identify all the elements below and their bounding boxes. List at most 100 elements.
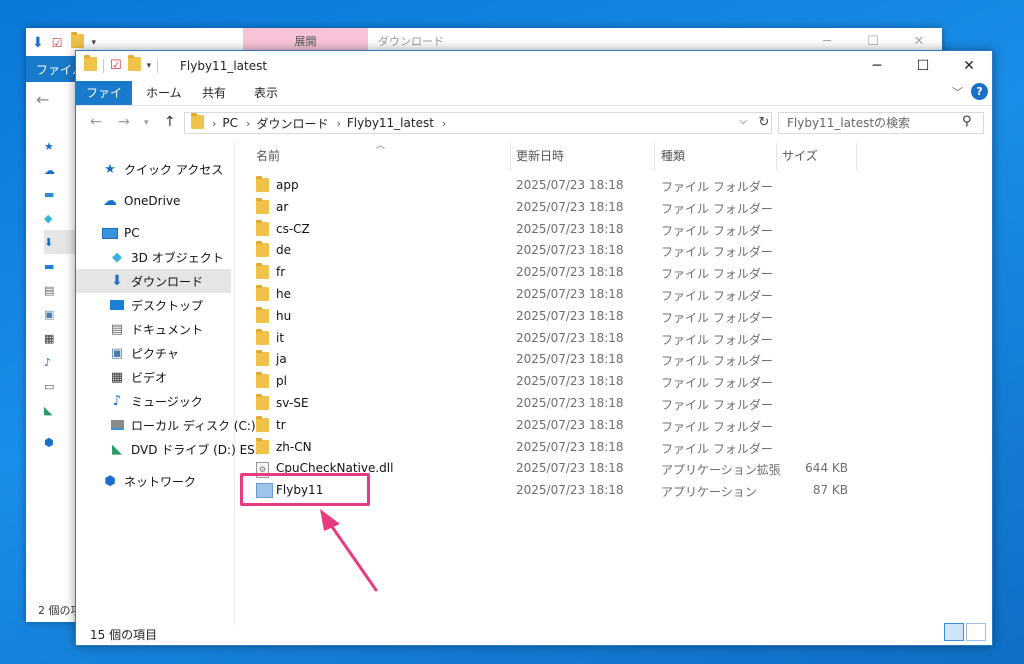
details-view-icon[interactable] xyxy=(944,623,964,641)
new-folder-icon[interactable] xyxy=(127,55,141,74)
tab-share[interactable]: 共有 xyxy=(192,81,236,105)
file-type: ファイル フォルダー xyxy=(661,332,773,347)
search-input[interactable]: Flyby11_latestの検索 xyxy=(778,112,984,134)
column-divider[interactable] xyxy=(856,143,857,171)
folder-icon xyxy=(256,437,269,457)
refresh-icon[interactable]: ↻ xyxy=(754,112,774,134)
nav-quick-access[interactable]: ★ クイック アクセス xyxy=(102,157,223,181)
column-divider[interactable] xyxy=(776,143,777,171)
file-row[interactable]: he 2025/07/23 18:18 ファイル フォルダー xyxy=(242,284,862,306)
file-type: ファイル フォルダー xyxy=(661,441,773,456)
close-button[interactable]: ✕ xyxy=(946,51,992,81)
back-icon[interactable]: ← xyxy=(90,114,102,130)
file-row[interactable]: app 2025/07/23 18:18 ファイル フォルダー xyxy=(242,175,862,197)
file-row[interactable]: zh-CN 2025/07/23 18:18 ファイル フォルダー xyxy=(242,437,862,459)
folder-icon xyxy=(256,372,269,391)
file-date: 2025/07/23 18:18 xyxy=(516,265,624,280)
tab-view[interactable]: 表示 xyxy=(244,81,288,105)
breadcrumb-separator[interactable]: › xyxy=(246,117,250,130)
expand-ribbon-icon[interactable]: ﹀ xyxy=(952,84,963,100)
properties-icon[interactable]: ☑ xyxy=(110,58,122,73)
file-type: ファイル フォルダー xyxy=(661,245,773,260)
nav-downloads[interactable]: ⬇ ダウンロード xyxy=(76,269,231,293)
address-dropdown-icon[interactable]: ⌵ xyxy=(739,116,747,127)
forward-icon[interactable]: → xyxy=(118,114,130,130)
up-icon[interactable]: ↑ xyxy=(164,114,176,130)
file-name: pl xyxy=(276,374,287,389)
file-date: 2025/07/23 18:18 xyxy=(516,417,624,432)
file-row[interactable]: fr 2025/07/23 18:18 ファイル フォルダー xyxy=(242,262,862,284)
title-bar: ☑ ▾ Flyby11_latest ─ ☐ ✕ xyxy=(76,51,992,81)
column-divider[interactable] xyxy=(654,143,655,171)
column-header-name[interactable]: 名前 xyxy=(256,147,280,164)
nav-pictures[interactable]: ▣ ピクチャ xyxy=(109,341,179,365)
file-date: 2025/07/23 18:18 xyxy=(516,461,624,476)
file-type: ファイル フォルダー xyxy=(661,310,773,325)
breadcrumb-pc[interactable]: PC xyxy=(222,116,238,130)
file-row[interactable]: tr 2025/07/23 18:18 ファイル フォルダー xyxy=(242,415,862,437)
column-header-type[interactable]: 種類 xyxy=(661,147,685,164)
breadcrumb-separator[interactable]: › xyxy=(336,117,340,130)
file-type: アプリケーション拡張 xyxy=(661,463,781,478)
file-row[interactable]: it 2025/07/23 18:18 ファイル フォルダー xyxy=(242,328,862,350)
minimize-button[interactable]: ─ xyxy=(854,51,900,81)
file-date: 2025/07/23 18:18 xyxy=(516,221,624,236)
customize-dropdown-icon[interactable]: ▾ xyxy=(147,61,152,71)
star-icon: ★ xyxy=(104,161,116,177)
file-row[interactable]: cs-CZ 2025/07/23 18:18 ファイル フォルダー xyxy=(242,219,862,241)
file-name: sv-SE xyxy=(276,396,309,410)
nav-local-disk[interactable]: ローカル ディスク (C:) xyxy=(109,413,256,437)
address-bar[interactable]: › PC › ダウンロード › Flyby11_latest › ⌵ xyxy=(184,112,772,134)
file-row[interactable]: sv-SE 2025/07/23 18:18 ファイル フォルダー xyxy=(242,393,862,415)
breadcrumb-current[interactable]: Flyby11_latest xyxy=(347,116,434,130)
large-icons-view-icon[interactable] xyxy=(966,623,986,641)
file-type: ファイル フォルダー xyxy=(661,267,773,282)
window-title: Flyby11_latest xyxy=(180,59,268,73)
folder-icon xyxy=(256,285,269,304)
tab-file[interactable]: ファイル xyxy=(76,81,132,124)
document-icon: ▤ xyxy=(110,321,124,337)
file-type: ファイル フォルダー xyxy=(661,354,773,369)
nav-label: OneDrive xyxy=(124,194,181,208)
nav-3d-objects[interactable]: ◆ 3D オブジェクト xyxy=(109,245,224,269)
network-icon: ⬢ xyxy=(104,473,116,489)
file-type: アプリケーション xyxy=(661,485,757,500)
file-row[interactable]: pl 2025/07/23 18:18 ファイル フォルダー xyxy=(242,371,862,393)
bg-dropdown-icon: ▾ xyxy=(91,37,97,48)
toolbar-separator xyxy=(103,58,104,73)
file-name: app xyxy=(276,178,299,192)
tab-home[interactable]: ホーム xyxy=(136,81,192,105)
status-bar: 15 個の項目 xyxy=(76,621,992,645)
file-row[interactable]: ar 2025/07/23 18:18 ファイル フォルダー xyxy=(242,197,862,219)
file-row[interactable]: de 2025/07/23 18:18 ファイル フォルダー xyxy=(242,240,862,262)
column-divider[interactable] xyxy=(510,143,511,171)
maximize-button[interactable]: ☐ xyxy=(900,51,946,81)
file-row[interactable]: hu 2025/07/23 18:18 ファイル フォルダー xyxy=(242,306,862,328)
nav-network[interactable]: ⬢ ネットワーク xyxy=(102,469,196,493)
folder-icon xyxy=(256,241,269,260)
recent-locations-icon[interactable]: ▾ xyxy=(144,118,149,128)
help-icon[interactable]: ? xyxy=(971,83,988,100)
nav-pc[interactable]: PC xyxy=(102,221,140,245)
nav-onedrive[interactable]: ☁ OneDrive xyxy=(102,189,180,213)
column-header-size[interactable]: サイズ xyxy=(782,147,818,164)
nav-music[interactable]: ♪ ミュージック xyxy=(109,389,203,413)
file-date: 2025/07/23 18:18 xyxy=(516,330,624,345)
bg-back-icon[interactable]: ← xyxy=(36,90,49,109)
column-header-date[interactable]: 更新日時 xyxy=(516,147,564,164)
nav-dvd-drive[interactable]: ◣ DVD ドライブ (D:) ESI xyxy=(109,437,258,461)
file-row[interactable]: ja 2025/07/23 18:18 ファイル フォルダー xyxy=(242,349,862,371)
highlight-box xyxy=(240,473,370,506)
nav-documents[interactable]: ▤ ドキュメント xyxy=(109,317,203,341)
search-icon[interactable]: ⚲ xyxy=(962,114,972,129)
file-type: ファイル フォルダー xyxy=(661,289,773,303)
breadcrumb-separator[interactable]: › xyxy=(442,117,446,130)
nav-desktop[interactable]: デスクトップ xyxy=(109,293,203,317)
address-folder-icon xyxy=(191,112,204,132)
explorer-window[interactable]: ☑ ▾ Flyby11_latest ─ ☐ ✕ ファイル ホーム 共有 表示 … xyxy=(75,50,993,646)
toolbar-separator xyxy=(157,58,159,73)
breadcrumb-separator[interactable]: › xyxy=(212,117,216,130)
window-controls: ─ ☐ ✕ xyxy=(854,51,992,81)
breadcrumb-downloads[interactable]: ダウンロード xyxy=(256,115,328,132)
nav-videos[interactable]: ▦ ビデオ xyxy=(109,365,167,389)
